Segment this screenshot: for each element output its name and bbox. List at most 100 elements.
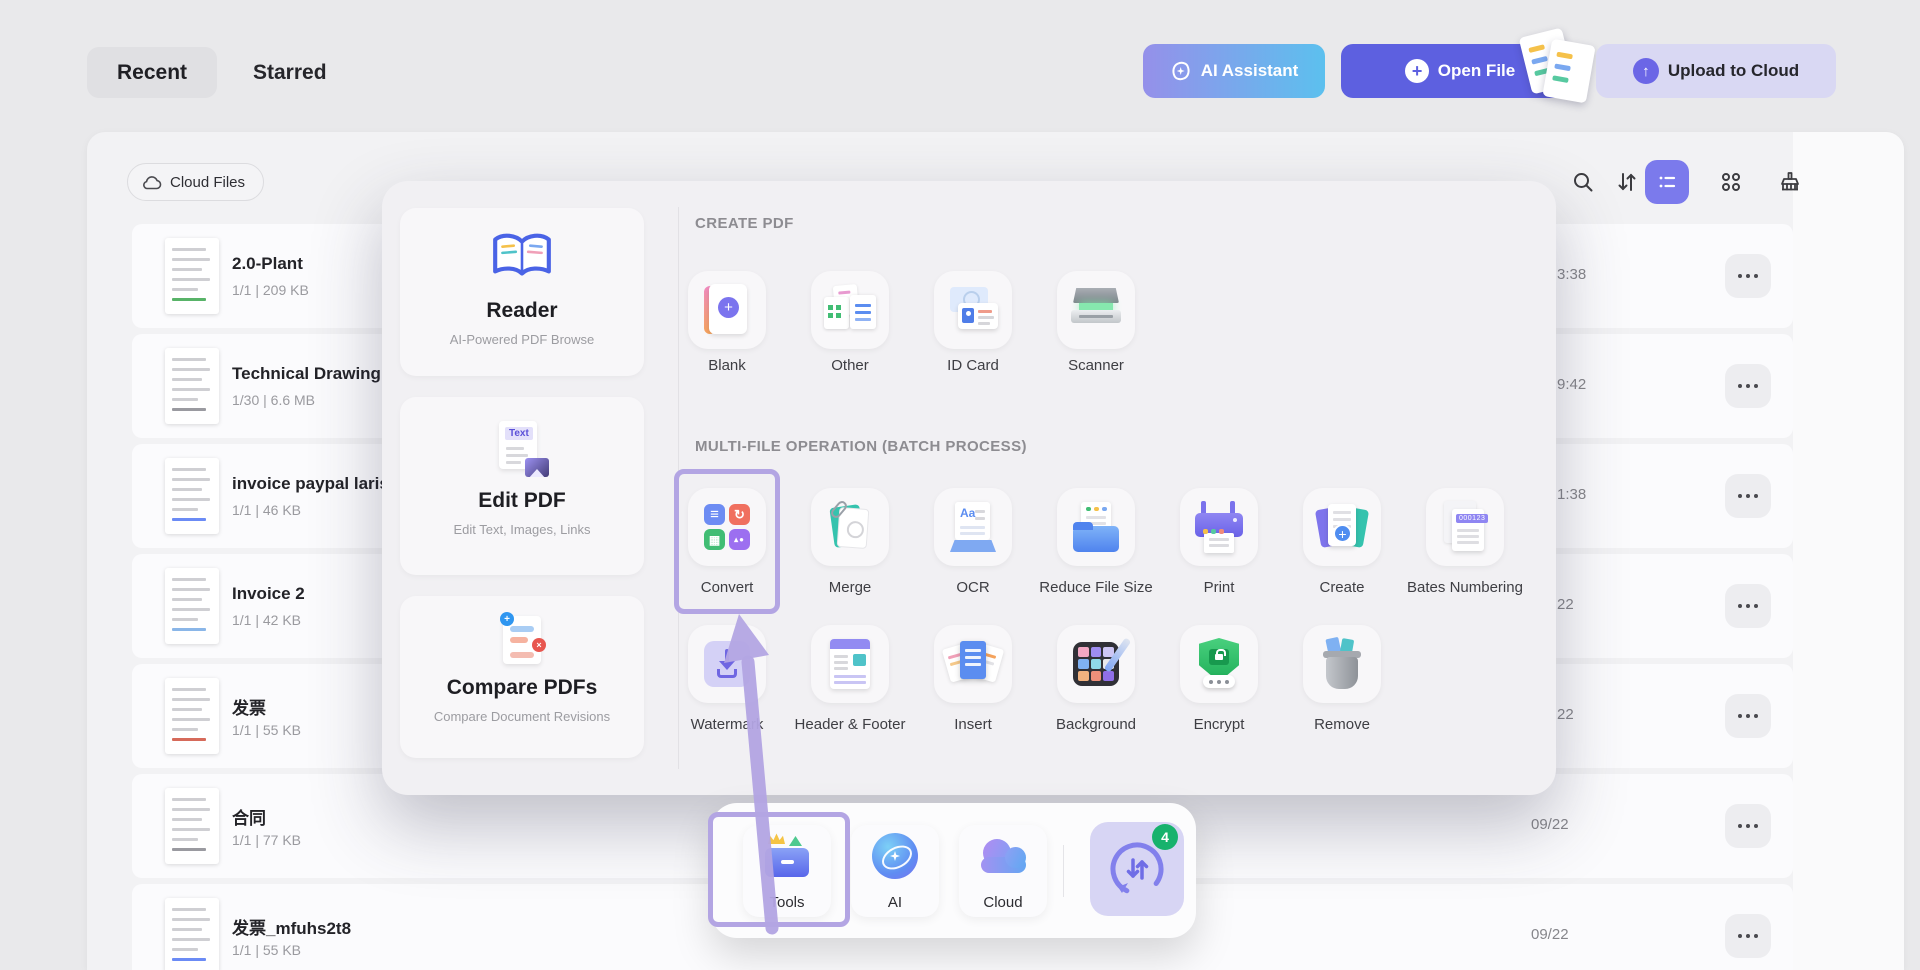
reader-title: Reader: [486, 299, 557, 323]
reduce-file-size-icon: [1071, 502, 1121, 552]
tile-other[interactable]: [811, 271, 889, 349]
file-thumbnail: [165, 568, 219, 644]
reader-book-icon: [489, 230, 555, 289]
tile-blank[interactable]: +: [688, 271, 766, 349]
file-thumbnail: [165, 458, 219, 534]
file-time: 09/22: [1531, 816, 1569, 833]
compare-pdfs-card[interactable]: +× Compare PDFs Compare Document Revisio…: [400, 596, 644, 758]
papers-illustration: [1503, 30, 1593, 110]
ai-assistant-button[interactable]: AI Assistant: [1143, 44, 1325, 98]
more-button[interactable]: [1725, 474, 1771, 518]
upload-to-cloud-button[interactable]: ↑ Upload to Cloud: [1596, 44, 1836, 98]
ai-assistant-icon: [1170, 60, 1192, 82]
remove-icon: [1319, 638, 1365, 690]
tile-create[interactable]: +: [1303, 488, 1381, 566]
tab-recent-label: Recent: [117, 61, 187, 85]
sync-count-badge: 4: [1152, 824, 1178, 850]
tile-background[interactable]: [1057, 625, 1135, 703]
dock-ai-label: AI: [888, 894, 902, 911]
tile-id-card[interactable]: [934, 271, 1012, 349]
more-button[interactable]: [1725, 584, 1771, 628]
file-time: 1:38: [1557, 486, 1586, 503]
print-icon: [1193, 501, 1245, 553]
upload-arrow-icon: ↑: [1633, 58, 1659, 84]
compare-pdfs-title: Compare PDFs: [447, 676, 598, 700]
file-thumbnail: [165, 348, 219, 424]
dock-tools-button[interactable]: Tools: [743, 825, 831, 917]
tile-print[interactable]: [1180, 488, 1258, 566]
insert-icon: [946, 639, 1000, 689]
grid-view-icon[interactable]: [1709, 160, 1753, 204]
file-name: Technical Drawing: [232, 364, 381, 384]
open-file-label: Open File: [1438, 61, 1515, 81]
clean-brush-icon[interactable]: [1768, 160, 1812, 204]
convert-icon: [704, 504, 750, 550]
edit-pdf-subtitle: Edit Text, Images, Links: [453, 522, 590, 537]
dock-ai-button[interactable]: AI: [851, 825, 939, 917]
file-meta: 1/1 | 46 KB: [232, 502, 301, 518]
cloud-icon: [142, 174, 162, 190]
bates-numbering-icon: 000123: [1440, 501, 1490, 553]
more-button[interactable]: [1725, 914, 1771, 958]
ai-assistant-label: AI Assistant: [1201, 61, 1299, 81]
cloud-files-button[interactable]: Cloud Files: [127, 163, 264, 201]
tile-header-footer[interactable]: [811, 625, 889, 703]
open-file-button[interactable]: + Open File: [1341, 44, 1579, 98]
file-name: 合同: [232, 804, 266, 829]
background-icon: [1073, 642, 1119, 686]
dock-tools-label: Tools: [769, 894, 804, 911]
search-icon[interactable]: [1561, 160, 1605, 204]
ocr-icon: Aa: [949, 502, 997, 552]
watermark-icon: [704, 641, 750, 687]
tile-encrypt[interactable]: [1180, 625, 1258, 703]
upload-to-cloud-label: Upload to Cloud: [1668, 61, 1799, 81]
file-time: 09/22: [1531, 926, 1569, 943]
tile-remove[interactable]: [1303, 625, 1381, 703]
create-pdf-section-title: CREATE PDF: [695, 215, 794, 232]
more-button[interactable]: [1725, 254, 1771, 298]
tile-ocr[interactable]: Aa: [934, 488, 1012, 566]
cloud-files-label: Cloud Files: [170, 174, 245, 191]
sort-icon[interactable]: [1605, 160, 1649, 204]
file-thumbnail: [165, 898, 219, 970]
more-button[interactable]: [1725, 804, 1771, 848]
file-name: 2.0-Plant: [232, 254, 303, 274]
file-meta: 1/1 | 55 KB: [232, 942, 301, 958]
tile-bates-numbering-label: Bates Numbering: [1390, 579, 1540, 596]
bottom-dock: Tools AI Cloud 4: [711, 803, 1196, 938]
more-button[interactable]: [1725, 694, 1771, 738]
scrollbar-track[interactable]: [1793, 132, 1904, 970]
modal-divider: [678, 207, 679, 769]
tile-merge[interactable]: [811, 488, 889, 566]
tile-scanner[interactable]: [1057, 271, 1135, 349]
tab-starred[interactable]: Starred: [253, 47, 327, 98]
file-time: 9:42: [1557, 376, 1586, 393]
tab-starred-label: Starred: [253, 61, 327, 85]
tile-watermark[interactable]: [688, 625, 766, 703]
plus-circle-icon: +: [1405, 59, 1429, 83]
dock-divider: [1063, 845, 1064, 897]
other-icon: [824, 285, 876, 335]
list-view-icon[interactable]: [1645, 160, 1689, 204]
edit-pdf-card[interactable]: Text Edit PDF Edit Text, Images, Links: [400, 397, 644, 575]
file-name: 发票_mfuhs2t8: [232, 914, 351, 939]
blank-icon: +: [702, 284, 752, 336]
header-footer-icon: [830, 639, 870, 689]
file-meta: 1/30 | 6.6 MB: [232, 392, 315, 408]
tile-reduce-file-size[interactable]: [1057, 488, 1135, 566]
tab-recent[interactable]: Recent: [87, 47, 217, 98]
id-card-icon: [946, 287, 1000, 333]
reader-card[interactable]: Reader AI-Powered PDF Browse: [400, 208, 644, 376]
more-button[interactable]: [1725, 364, 1771, 408]
file-thumbnail: [165, 788, 219, 864]
cloud-icon: [977, 839, 1029, 873]
compare-pdfs-subtitle: Compare Document Revisions: [434, 709, 610, 724]
tile-insert[interactable]: [934, 625, 1012, 703]
dock-cloud-button[interactable]: Cloud: [959, 825, 1047, 917]
dock-sync-button[interactable]: 4: [1090, 822, 1184, 916]
tile-bates-numbering[interactable]: 000123: [1426, 488, 1504, 566]
tile-convert[interactable]: [688, 488, 766, 566]
file-time: 3:38: [1557, 266, 1586, 283]
create-icon: +: [1316, 502, 1368, 552]
ai-icon: [872, 833, 918, 879]
